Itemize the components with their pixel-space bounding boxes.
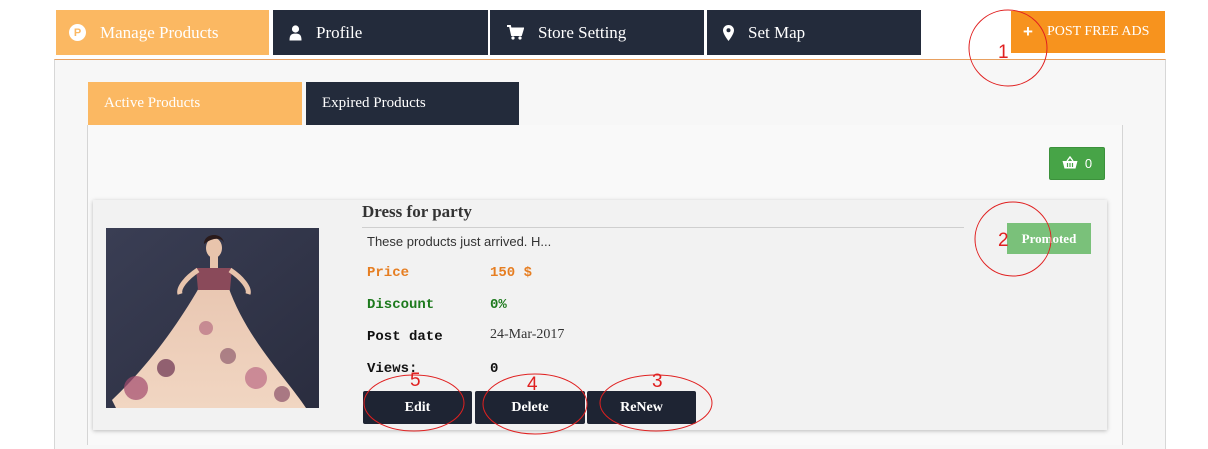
tab-label: Manage Products bbox=[100, 22, 219, 42]
discount-label: Discount bbox=[367, 297, 435, 313]
annotation-label-4: 4 bbox=[527, 374, 538, 395]
cart-button[interactable]: 0 bbox=[1049, 147, 1105, 180]
user-icon bbox=[289, 24, 302, 41]
tab-label: Store Setting bbox=[538, 22, 627, 42]
post-date-value: 24-Mar-2017 bbox=[490, 327, 565, 342]
product-image[interactable] bbox=[106, 228, 319, 408]
product-title[interactable]: Dress for party bbox=[362, 202, 472, 222]
tab-label: Active Products bbox=[104, 95, 201, 111]
post-date-label: Post date bbox=[367, 329, 443, 345]
edit-button[interactable]: Edit bbox=[363, 391, 472, 424]
promoted-badge: Promoted bbox=[1007, 223, 1091, 254]
post-free-ads-label: POST FREE ADS bbox=[1046, 24, 1150, 39]
price-label: Price bbox=[367, 265, 410, 281]
tab-store-setting[interactable]: Store Setting bbox=[490, 10, 704, 55]
cart-icon bbox=[507, 25, 524, 40]
annotation-label-2: 2 bbox=[998, 230, 1009, 251]
discount-value: 0% bbox=[490, 297, 507, 313]
renew-button[interactable]: ReNew bbox=[587, 391, 696, 424]
tab-manage-products[interactable]: P Manage Products bbox=[56, 10, 269, 55]
plus-icon: + bbox=[1023, 22, 1033, 41]
basket-icon bbox=[1062, 155, 1078, 172]
tab-label: Profile bbox=[316, 22, 363, 42]
tab-label: Set Map bbox=[748, 22, 806, 42]
tab-active-products[interactable]: Active Products bbox=[88, 82, 302, 125]
tab-profile[interactable]: Profile bbox=[273, 10, 488, 55]
title-divider bbox=[362, 227, 964, 228]
price-value: 150 $ bbox=[490, 265, 533, 281]
annotation-label-5: 5 bbox=[410, 370, 421, 391]
views-value: 0 bbox=[490, 361, 499, 377]
tab-label: Expired Products bbox=[322, 95, 426, 111]
product-description: These products just arrived. H... bbox=[367, 234, 552, 249]
post-free-ads-button[interactable]: + POST FREE ADS bbox=[1011, 11, 1165, 53]
tab-set-map[interactable]: Set Map bbox=[707, 10, 921, 55]
annotation-label-1: 1 bbox=[998, 42, 1009, 63]
annotation-label-3: 3 bbox=[652, 371, 663, 392]
map-pin-icon bbox=[723, 24, 734, 41]
cart-count: 0 bbox=[1084, 156, 1093, 171]
p-circle-icon: P bbox=[69, 24, 86, 41]
tab-expired-products[interactable]: Expired Products bbox=[306, 82, 519, 125]
